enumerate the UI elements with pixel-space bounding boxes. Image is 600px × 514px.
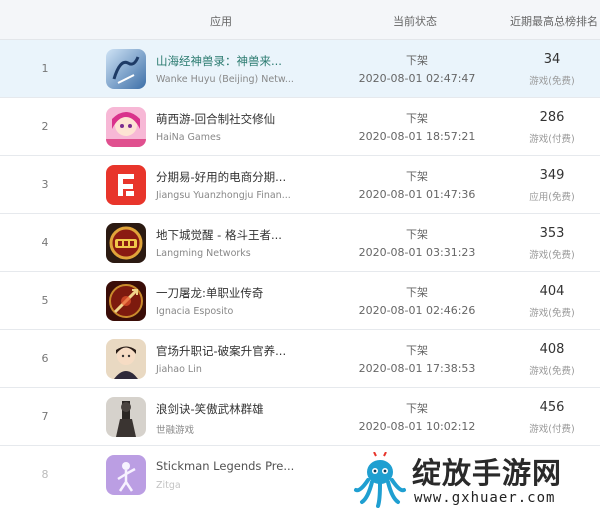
row-rank: 8 <box>41 468 49 481</box>
table-row[interactable]: 7 浪剑诀-笑傲武林群雄 世融游戏 下架 2020-08-01 10:02:12… <box>0 388 600 446</box>
watermark-title: 绽放手游网 <box>412 456 563 490</box>
status-time: 2020-08-01 03:31:23 <box>358 246 476 259</box>
app-developer: Wanke Huyu (Beijing) Netw... <box>156 74 294 85</box>
peak-rank: 286 <box>539 110 565 125</box>
app-name[interactable]: 山海经神兽录：神兽来... <box>156 53 282 69</box>
status-time: 2020-08-01 18:57:21 <box>358 130 476 143</box>
header-status[interactable]: 当前状态 <box>393 13 437 29</box>
header-app[interactable]: 应用 <box>210 13 232 29</box>
langjianjue-game-icon[interactable] <box>106 397 146 437</box>
dungeon-555-game-icon[interactable] <box>106 223 146 263</box>
peak-rank: 349 <box>539 168 565 183</box>
app-status: 下架 <box>406 170 428 183</box>
status-time: 2020-08-01 10:02:12 <box>358 420 476 433</box>
peak-rank: 404 <box>539 284 565 299</box>
peak-rank: 408 <box>539 342 565 357</box>
peak-rank: 353 <box>539 226 565 241</box>
app-category: 游戏(付费) <box>529 134 575 145</box>
app-name[interactable]: 一刀屠龙:单职业传奇 <box>156 285 263 301</box>
app-name[interactable]: 官场升职记-破案升官养... <box>156 343 286 359</box>
app-category: 游戏(免费) <box>529 76 575 87</box>
header-peak-rank[interactable]: 近期最高总榜排名 <box>510 13 598 29</box>
table-row[interactable]: 3 分期易-好用的电商分期... Jiangsu Yuanzhongju Fin… <box>0 156 600 214</box>
status-time: 2020-08-01 01:47:36 <box>358 188 476 201</box>
table-row[interactable]: 6 官场升职记-破案升官养... Jiahao Lin 下架 2020-08-0… <box>0 330 600 388</box>
row-rank: 1 <box>41 62 49 75</box>
table-row[interactable]: 5 一刀屠龙:单职业传奇 Ignacia Esposito 下架 2020-08… <box>0 272 600 330</box>
site-watermark: 绽放手游网 www.gxhuaer.com <box>348 448 600 514</box>
app-name[interactable]: 分期易-好用的电商分期... <box>156 169 286 185</box>
dragon-blade-game-icon[interactable] <box>106 281 146 321</box>
row-rank: 4 <box>41 236 49 249</box>
app-status: 下架 <box>406 228 428 241</box>
app-developer: HaiNa Games <box>156 132 221 143</box>
app-status: 下架 <box>406 402 428 415</box>
app-name[interactable]: 萌西游-回合制社交修仙 <box>156 111 275 127</box>
table-row[interactable]: 2 萌西游-回合制社交修仙 HaiNa Games 下架 2020-08-01 … <box>0 98 600 156</box>
peak-rank: 34 <box>543 52 561 67</box>
app-status: 下架 <box>406 344 428 357</box>
status-time: 2020-08-01 02:47:47 <box>358 72 476 85</box>
row-rank: 2 <box>41 120 49 133</box>
shanhai-game-icon[interactable] <box>106 49 146 89</box>
row-rank: 7 <box>41 410 49 423</box>
officer-game-icon[interactable] <box>106 339 146 379</box>
row-rank: 3 <box>41 178 49 191</box>
app-developer: 世融游戏 <box>156 425 195 436</box>
app-developer: Ignacia Esposito <box>156 306 234 317</box>
app-developer: Jiahao Lin <box>156 364 202 375</box>
watermark-url: www.gxhuaer.com <box>414 490 556 506</box>
row-rank: 5 <box>41 294 49 307</box>
app-category: 游戏(免费) <box>529 308 575 319</box>
app-status: 下架 <box>406 112 428 125</box>
status-time: 2020-08-01 17:38:53 <box>358 362 476 375</box>
peak-rank: 456 <box>539 400 565 415</box>
app-developer: Langming Networks <box>156 248 251 259</box>
app-name[interactable]: 浪剑诀-笑傲武林群雄 <box>156 401 264 417</box>
app-name[interactable]: 地下城觉醒 - 格斗王者... <box>156 227 282 243</box>
stickman-game-icon[interactable] <box>106 455 146 495</box>
app-developer: Zitga <box>156 480 181 491</box>
app-name[interactable]: Stickman Legends Pre... <box>156 459 294 473</box>
table-header: 应用 当前状态 近期最高总榜排名 <box>0 0 600 40</box>
fenqiyi-app-icon[interactable] <box>106 165 146 205</box>
table-row[interactable]: 1 山海经神兽录：神兽来... Wanke Huyu (Beijing) Net… <box>0 40 600 98</box>
app-category: 游戏(免费) <box>529 250 575 261</box>
app-category: 应用(免费) <box>529 192 575 203</box>
app-developer: Jiangsu Yuanzhongju Finan... <box>156 190 291 201</box>
app-status: 下架 <box>406 54 428 67</box>
app-status: 下架 <box>406 286 428 299</box>
app-category: 游戏(付费) <box>529 424 575 435</box>
status-time: 2020-08-01 02:46:26 <box>358 304 476 317</box>
mengxiyou-game-icon[interactable] <box>106 107 146 147</box>
app-category: 游戏(免费) <box>529 366 575 377</box>
octopus-logo-icon <box>352 451 408 508</box>
row-rank: 6 <box>41 352 49 365</box>
table-row[interactable]: 4 地下城觉醒 - 格斗王者... Langming Networks 下架 2… <box>0 214 600 272</box>
